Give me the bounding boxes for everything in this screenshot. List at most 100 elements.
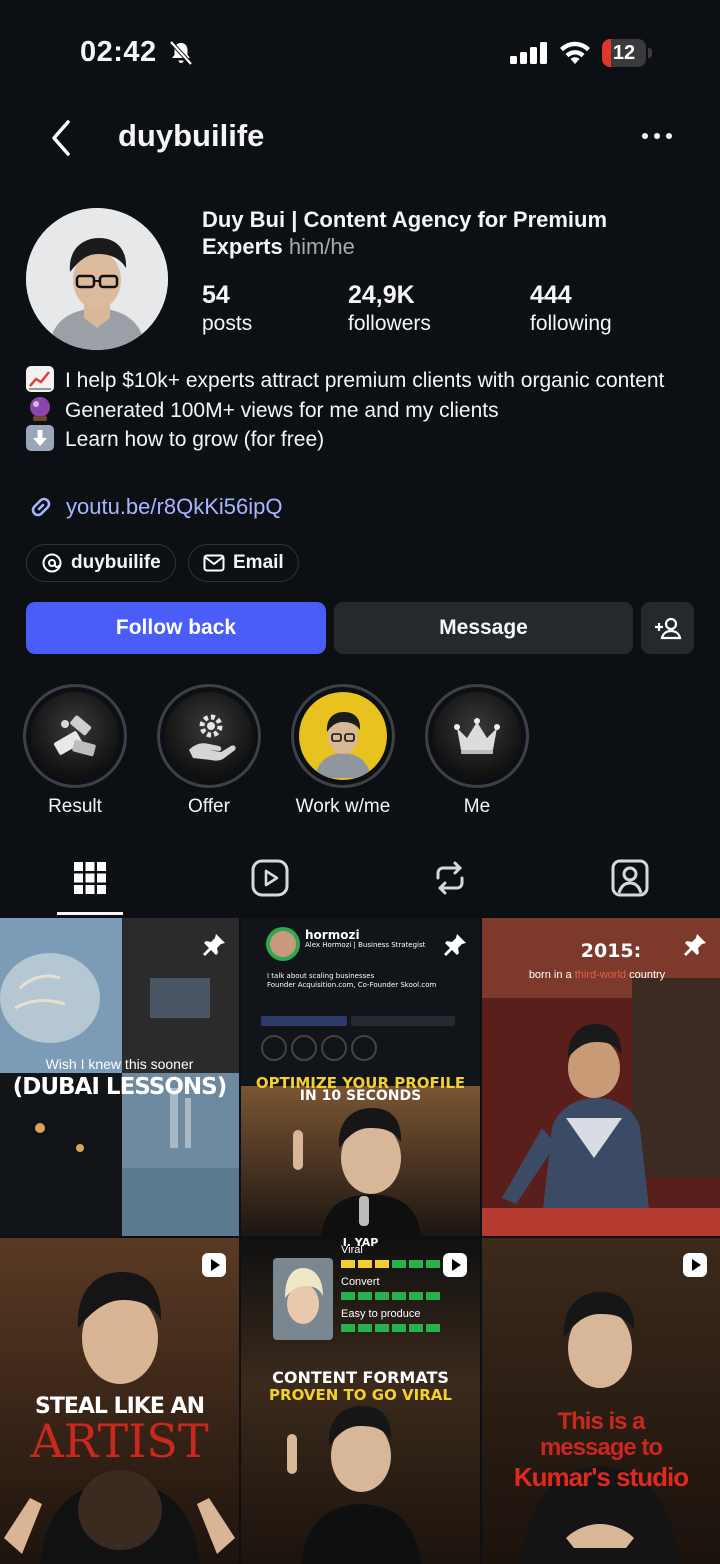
overlay-subtitle: Alex Hormozi | Business Strategist: [305, 941, 426, 949]
threads-icon: [42, 553, 62, 573]
email-chip-label: Email: [233, 552, 284, 573]
mail-icon: [203, 554, 225, 572]
followers-count: 24,9K: [348, 281, 415, 309]
followers-label: followers: [348, 312, 431, 335]
bio-line: I help $10k+ experts attract premium cli…: [26, 366, 696, 396]
highlight-label: Offer: [188, 796, 230, 817]
highlight-label: Work w/me: [295, 796, 391, 817]
highlight-result[interactable]: Result: [22, 684, 128, 818]
battery-percent: 12: [612, 42, 636, 64]
post-caption-2: IN 10 SECONDS: [299, 1088, 422, 1104]
tagged-icon[interactable]: [610, 858, 650, 898]
money-icon: [53, 715, 96, 757]
profile-photo: [301, 694, 385, 778]
profile-link[interactable]: youtu.be/r8QkKi56ipQ: [26, 492, 282, 522]
post-row-label: Easy to produce: [341, 1308, 421, 1320]
reel-icon: [683, 1253, 707, 1277]
post-caption-3: Kumar's studio: [513, 1462, 689, 1492]
post-caption-2: PROVEN TO GO VIRAL: [269, 1386, 452, 1404]
bio-text-3: Learn how to grow (for free): [65, 428, 325, 451]
avatar[interactable]: [26, 208, 168, 350]
overlay-bio: I talk about scaling businesses: [267, 972, 375, 980]
stat-following[interactable]: 444 following: [530, 280, 612, 338]
link-text: youtu.be/r8QkKi56ipQ: [66, 494, 283, 519]
post-caption: (DUBAI LESSONS): [12, 1074, 228, 1100]
posts-label: posts: [202, 312, 253, 335]
posts-grid: Wish I knew this sooner (DUBAI LESSONS) …: [0, 918, 720, 1564]
pin-icon: [444, 934, 466, 956]
caption-sub-c: country: [626, 969, 666, 981]
pin-icon: [203, 934, 225, 956]
post-thumbnail: [482, 918, 720, 1236]
more-options-icon[interactable]: [640, 126, 674, 146]
highlight-work-with-me[interactable]: Work w/me: [290, 684, 396, 818]
post-caption-top: Wish I knew this sooner: [45, 1056, 194, 1072]
active-tab-indicator: [57, 912, 123, 915]
post-caption-2: ARTIST: [30, 1414, 209, 1468]
crown-icon: [454, 718, 500, 754]
gear-hand-icon: [189, 714, 236, 761]
post-tile[interactable]: This is a message to Kumar's studio: [482, 1238, 720, 1564]
profile-tabs: [0, 846, 720, 916]
status-bar: 02:42 12: [0, 0, 720, 100]
profile-username: duybuilife: [118, 118, 265, 153]
post-row-label: Convert: [341, 1276, 380, 1288]
back-chevron-icon[interactable]: [44, 116, 80, 160]
post-tile[interactable]: I. YAP Viral Convert Easy to produce CON…: [241, 1238, 480, 1564]
silent-bell-icon: [169, 40, 193, 66]
bio-line: Learn how to grow (for free): [26, 425, 696, 455]
bio-text-2: Generated 100M+ views for me and my clie…: [65, 398, 499, 422]
post-tile[interactable]: Wish I knew this sooner (DUBAI LESSONS): [0, 918, 239, 1236]
down-arrow-emoji: [26, 425, 54, 452]
post-caption-2: message to: [539, 1434, 663, 1461]
threads-chip[interactable]: duybuilife: [26, 544, 176, 582]
post-caption: CONTENT FORMATS: [272, 1368, 449, 1387]
link-icon: [31, 497, 51, 517]
following-count: 444: [530, 281, 572, 309]
reel-icon: [443, 1253, 467, 1277]
highlight-offer[interactable]: Offer: [156, 684, 262, 818]
threads-chip-label: duybuilife: [71, 552, 161, 573]
reel-icon: [202, 1253, 226, 1277]
pin-icon: [684, 934, 706, 956]
highlight-label: Result: [48, 796, 102, 817]
message-button[interactable]: Message: [334, 602, 633, 654]
add-person-icon: [654, 617, 681, 640]
post-tile[interactable]: STEAL LIKE AN ARTIST: [0, 1238, 239, 1564]
stat-posts[interactable]: 54 posts: [202, 280, 252, 338]
profile-bio: I help $10k+ experts attract premium cli…: [26, 366, 696, 455]
crystal-ball-emoji: [26, 396, 54, 422]
cellular-signal-icon: [510, 42, 547, 64]
wifi-icon: [560, 41, 590, 64]
battery-icon: 12: [602, 39, 652, 67]
reels-icon[interactable]: [250, 858, 290, 898]
profile-full-name: Duy Bui | Content Agency for Premium Exp…: [202, 206, 672, 260]
post-caption-sub: born in a third-world country: [482, 969, 716, 981]
post-caption: This is a: [557, 1408, 645, 1435]
highlight-me[interactable]: Me: [424, 684, 530, 818]
profile-photo: [26, 208, 168, 350]
post-tile[interactable]: hormozi Alex Hormozi | Business Strategi…: [241, 918, 480, 1236]
caption-sub-a: born in a: [528, 969, 575, 981]
full-name-text: Duy Bui | Content Agency for Premium Exp…: [202, 207, 608, 259]
pronouns: him/he: [288, 234, 355, 259]
overlay-bio-2: Founder Acquisition.com, Co-Founder Skoo…: [267, 981, 437, 989]
suggest-people-button[interactable]: [641, 602, 694, 654]
overlay-name: hormozi: [305, 928, 360, 942]
caption-sub-b: third-world: [574, 969, 627, 981]
posts-count: 54: [202, 281, 230, 309]
bio-text-1: I help $10k+ experts attract premium cli…: [65, 369, 665, 392]
post-thumbnail: [482, 1238, 720, 1564]
following-label: following: [530, 312, 612, 335]
chart-increasing-emoji: [26, 366, 54, 393]
post-row-label: Viral: [341, 1244, 363, 1256]
follow-back-button[interactable]: Follow back: [26, 602, 326, 654]
reposts-icon[interactable]: [430, 858, 470, 898]
grid-icon[interactable]: [70, 858, 110, 898]
bio-line: Generated 100M+ views for me and my clie…: [26, 396, 696, 426]
status-time: 02:42: [80, 36, 157, 68]
post-tile[interactable]: 2015: born in a third-world country: [482, 918, 720, 1236]
stat-followers[interactable]: 24,9K followers: [348, 280, 431, 338]
highlight-label: Me: [463, 796, 491, 817]
email-chip[interactable]: Email: [188, 544, 299, 582]
